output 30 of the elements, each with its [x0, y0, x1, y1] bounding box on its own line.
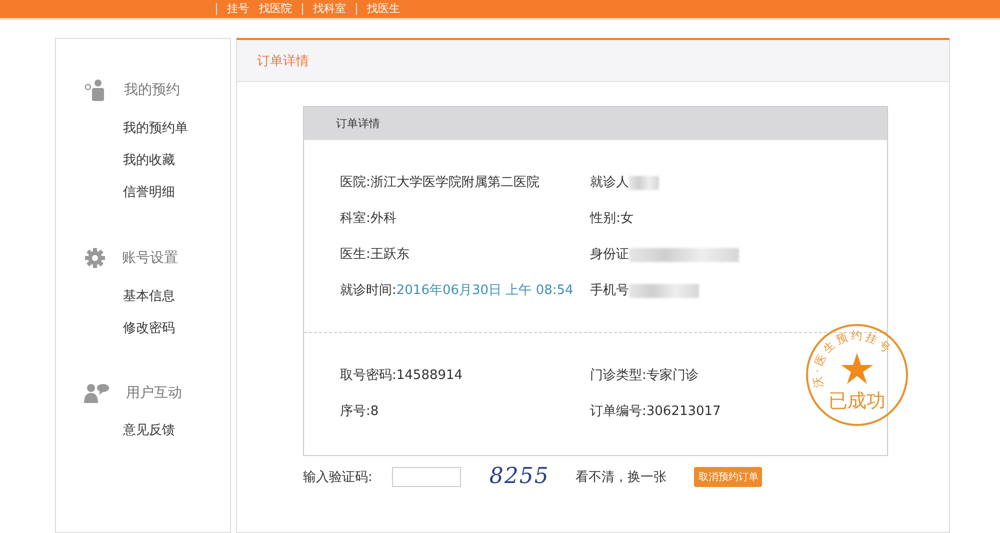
detail-field: 科室:外科	[340, 210, 396, 228]
captcha-input[interactable]	[392, 466, 462, 486]
sidebar-heading: 用户互动	[126, 384, 182, 402]
detail-field: 医院:浙江大学医学院附属第二医院	[340, 174, 540, 192]
sidebar-link[interactable]: 修改密码	[56, 313, 230, 345]
sidebar-link[interactable]: 基本信息	[56, 281, 230, 313]
captcha-label: 输入验证码:	[303, 468, 372, 486]
sidebar-link[interactable]: 我的收藏	[56, 145, 230, 177]
panel-title: 订单详情	[257, 52, 309, 70]
success-stamp: 沃·医生预约挂号 已成功	[805, 323, 909, 427]
gear-icon	[84, 247, 106, 269]
detail-field: 身份证	[590, 246, 739, 264]
sidebar-link[interactable]: 我的预约单	[56, 113, 230, 145]
sidebar-link[interactable]: 意见反馈	[56, 415, 230, 447]
detail-field: 性别:女	[590, 210, 634, 228]
detail-field: 门诊类型:专家门诊	[590, 367, 698, 385]
captcha-image: 8255	[489, 464, 550, 489]
detail-field: 订单编号:306213017	[590, 403, 721, 421]
detail-field: 就诊时间:2016年06月30日 上午 08:54	[340, 282, 574, 300]
detail-field: 就诊人	[590, 174, 659, 192]
sidebar-heading: 我的预约	[124, 81, 180, 99]
user-chat-icon	[84, 383, 110, 403]
detail-field: 序号:8	[340, 403, 379, 421]
sidebar-heading: 账号设置	[122, 249, 178, 267]
sidebar-link[interactable]: 信誉明细	[56, 177, 230, 209]
detail-field: 医生:王跃东	[340, 246, 410, 264]
card-title: 订单详情	[336, 116, 380, 131]
detail-field: 手机号	[590, 282, 699, 300]
refresh-link[interactable]: 看不清，换一张	[575, 468, 666, 486]
detail-field: 取号密码:14588914	[340, 367, 463, 385]
